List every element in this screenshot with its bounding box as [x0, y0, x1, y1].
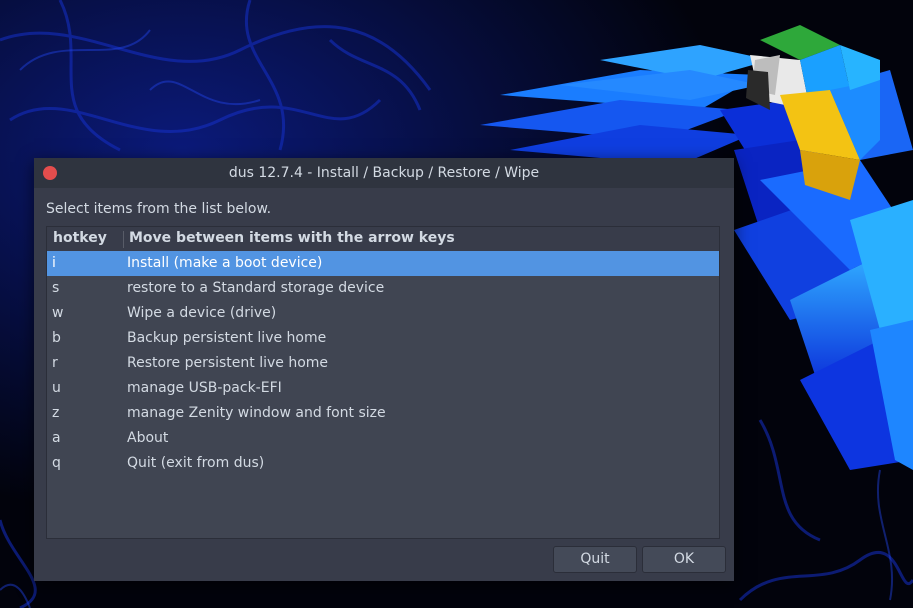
list-item[interactable]: b Backup persistent live home: [47, 326, 719, 351]
quit-button[interactable]: Quit: [553, 546, 637, 573]
zenity-dialog: dus 12.7.4 - Install / Backup / Restore …: [34, 158, 734, 581]
item-label: manage USB-pack-EFI: [127, 380, 282, 396]
list-item[interactable]: q Quit (exit from dus): [47, 451, 719, 476]
list-item[interactable]: z manage Zenity window and font size: [47, 401, 719, 426]
item-hotkey: b: [52, 330, 61, 346]
options-list[interactable]: hotkey Move between items with the arrow…: [46, 226, 720, 539]
item-hotkey: a: [52, 430, 61, 446]
list-rows: i Install (make a boot device) s restore…: [47, 251, 719, 476]
item-hotkey: q: [52, 455, 61, 471]
column-header-description[interactable]: Move between items with the arrow keys: [129, 230, 455, 246]
item-hotkey: s: [52, 280, 60, 296]
close-window-button[interactable]: [43, 166, 57, 180]
item-label: About: [127, 430, 169, 446]
item-hotkey: z: [52, 405, 60, 421]
item-label: Restore persistent live home: [127, 355, 329, 371]
list-header: hotkey Move between items with the arrow…: [47, 227, 719, 251]
list-item[interactable]: a About: [47, 426, 719, 451]
window-title: dus 12.7.4 - Install / Backup / Restore …: [228, 165, 540, 181]
item-hotkey: i: [52, 255, 56, 271]
column-header-hotkey[interactable]: hotkey: [53, 230, 107, 246]
column-separator: [123, 231, 124, 248]
dialog-prompt: Select items from the list below.: [46, 201, 272, 217]
list-item[interactable]: i Install (make a boot device): [47, 251, 719, 276]
window-titlebar[interactable]: dus 12.7.4 - Install / Backup / Restore …: [34, 158, 734, 188]
desktop: dus 12.7.4 - Install / Backup / Restore …: [0, 0, 913, 608]
list-item[interactable]: s restore to a Standard storage device: [47, 276, 719, 301]
item-hotkey: r: [52, 355, 58, 371]
list-item[interactable]: w Wipe a device (drive): [47, 301, 719, 326]
ok-button[interactable]: OK: [642, 546, 726, 573]
item-label: Wipe a device (drive): [127, 305, 277, 321]
item-label: manage Zenity window and font size: [127, 405, 386, 421]
item-hotkey: u: [52, 380, 61, 396]
list-item[interactable]: u manage USB-pack-EFI: [47, 376, 719, 401]
item-label: Install (make a boot device): [127, 255, 323, 271]
item-label: Backup persistent live home: [127, 330, 327, 346]
item-hotkey: w: [52, 305, 64, 321]
item-label: restore to a Standard storage device: [127, 280, 385, 296]
item-label: Quit (exit from dus): [127, 455, 265, 471]
list-item[interactable]: r Restore persistent live home: [47, 351, 719, 376]
